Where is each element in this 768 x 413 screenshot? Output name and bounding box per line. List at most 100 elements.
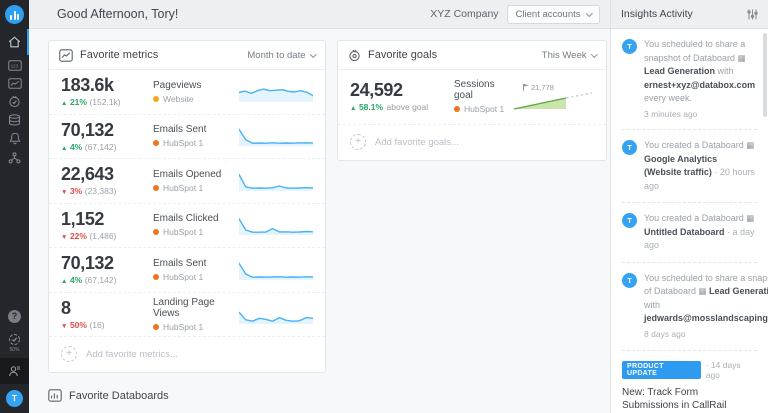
activity-item[interactable]: TYou created a Databoard ▦ Google Analyt… [622, 130, 757, 203]
activity-segment: You scheduled to share a snapshot of Dat… [644, 39, 745, 63]
add-favorite-metrics-button[interactable]: + Add favorite metrics... [49, 337, 325, 372]
activity-item[interactable]: TYou scheduled to share a snapshot of Da… [622, 263, 757, 351]
sidebar: 123 ? 50% T [0, 0, 29, 413]
help-question-label: ? [8, 310, 21, 323]
metric-rows: 183.6k▲21%(152.1k)PageviewsWebsite70,132… [49, 70, 325, 337]
goal-delta: ▲ 58.1% above goal [350, 102, 454, 112]
metric-name-col: Landing Page ViewsHubSpot 1 [153, 297, 239, 332]
favorite-databoards-section[interactable]: Favorite Databoards [48, 389, 169, 402]
metric-name: Emails Clicked [153, 213, 239, 224]
databoard-icon: ▦ [699, 286, 709, 296]
goals-icon[interactable] [0, 91, 29, 111]
activity-link[interactable]: jedwards@mosslandscaping.com [644, 313, 768, 323]
user-avatar[interactable]: T [0, 388, 29, 408]
activity-text: You created a Databoard ▦ Google Analyti… [644, 139, 757, 193]
metric-source-label: HubSpot 1 [163, 227, 203, 237]
metric-previous-value: (23,383) [85, 186, 117, 196]
metric-delta-percent: 50% [70, 320, 87, 330]
metric-source: HubSpot 1 [153, 183, 239, 193]
metric-row[interactable]: 183.6k▲21%(152.1k)PageviewsWebsite [49, 70, 325, 115]
metric-delta: ▼22%(1,486) [61, 231, 153, 241]
metric-sparkline [239, 125, 313, 147]
goals-range-dropdown[interactable]: This Week [542, 50, 596, 61]
metric-row[interactable]: 8▼50%(16)Landing Page ViewsHubSpot 1 [49, 293, 325, 338]
metric-source: HubSpot 1 [153, 227, 239, 237]
source-dot-icon [153, 324, 159, 330]
insights-header: Insights Activity [611, 0, 768, 29]
chevron-down-icon [586, 10, 592, 16]
product-update-item: PRODUCT UPDATE· 14 days agoNew: Track Fo… [622, 351, 757, 413]
metric-source-label: HubSpot 1 [163, 138, 203, 148]
metric-value: 70,132 [61, 121, 153, 140]
filter-icon[interactable] [747, 9, 758, 20]
activity-avatar: T [622, 213, 637, 228]
metric-row[interactable]: 22,643▼3%(23,383)Emails OpenedHubSpot 1 [49, 159, 325, 204]
metrics-range-dropdown[interactable]: Month to date [247, 50, 315, 61]
favorite-metrics-card: Favorite metrics Month to date 183.6k▲21… [48, 40, 326, 373]
scorecards-icon[interactable]: 123 [0, 55, 29, 75]
greeting-text: Good Afternoon, Tory! [57, 7, 178, 21]
activity-item[interactable]: TYou scheduled to share a snapshot of Da… [622, 29, 757, 130]
activity-link[interactable]: Lead Generation [644, 66, 715, 76]
databox-logo-icon[interactable] [5, 5, 24, 24]
app-window: 123 ? 50% T [0, 0, 768, 413]
activity-link[interactable]: Google Analytics (Website traffic) [644, 154, 717, 178]
metric-name-col: Emails SentHubSpot 1 [153, 124, 239, 148]
integrations-icon[interactable] [0, 148, 29, 168]
user-avatar-initial: T [6, 390, 23, 407]
delta-up-arrow-icon: ▲ [61, 145, 67, 152]
activity-segment: You created a Databoard [644, 213, 746, 223]
favorite-metrics-title: Favorite metrics [80, 49, 158, 61]
metric-source: HubSpot 1 [153, 322, 239, 332]
home-icon[interactable] [0, 32, 29, 52]
activity-item[interactable]: TYou created a Databoard ▦ Untitled Data… [622, 203, 757, 263]
metric-previous-value: (1,486) [89, 231, 116, 241]
metric-name: Emails Opened [153, 169, 239, 180]
add-favorite-goals-button[interactable]: + Add favorite goals... [338, 125, 606, 160]
metric-source: HubSpot 1 [153, 138, 239, 148]
activity-timestamp: 8 days ago [644, 328, 768, 341]
client-accounts-dropdown[interactable]: Client accounts [507, 5, 600, 24]
metric-previous-value: (152.1k) [89, 97, 120, 107]
metric-sparkline [239, 214, 313, 236]
favorite-goals-icon [348, 49, 361, 62]
activity-timestamp: 3 minutes ago [644, 108, 757, 121]
metric-source-label: HubSpot 1 [163, 322, 203, 332]
metric-value: 22,643 [61, 165, 153, 184]
metric-value-col: 70,132▲4%(67,142) [61, 121, 153, 152]
setup-progress-icon[interactable]: 50% [0, 331, 29, 355]
metric-row[interactable]: 1,152▼22%(1,486)Emails ClickedHubSpot 1 [49, 204, 325, 249]
account-switcher-icon[interactable] [0, 358, 29, 384]
alerts-icon[interactable] [0, 128, 29, 148]
databoards-icon[interactable] [0, 110, 29, 130]
metric-name: Pageviews [153, 80, 239, 91]
metric-value: 8 [61, 299, 153, 318]
source-dot-icon [153, 96, 159, 102]
metrics-range-label: Month to date [247, 50, 305, 61]
activity-link[interactable]: ernest+xyz@databox.com [644, 80, 755, 90]
metric-source: Website [153, 94, 239, 104]
setup-progress-label: 50% [9, 347, 19, 353]
metrics-icon[interactable] [0, 73, 29, 93]
activity-segment: with [644, 300, 660, 310]
metric-sparkline [239, 170, 313, 192]
activity-link[interactable]: Lead Generation [709, 286, 768, 296]
goal-target-label: 21,778 [531, 83, 554, 92]
add-favorite-goals-label: Add favorite goals... [375, 137, 459, 148]
metric-previous-value: (16) [89, 320, 104, 330]
goal-delta-suffix: above goal [387, 102, 429, 112]
activity-link[interactable]: Untitled Databoard [644, 227, 725, 237]
goals-range-label: This Week [542, 50, 587, 61]
goal-value: 24,592 [350, 81, 454, 100]
help-icon[interactable]: ? [0, 306, 29, 326]
insights-scrollbar-thumb[interactable] [763, 33, 767, 117]
goal-source-label: HubSpot 1 [464, 104, 504, 114]
chevron-down-icon [310, 51, 316, 57]
metric-previous-value: (67,142) [85, 275, 117, 285]
metric-name-col: Emails SentHubSpot 1 [153, 258, 239, 282]
delta-up-arrow-icon: ▲ [61, 278, 67, 285]
metric-row[interactable]: 70,132▲4%(67,142)Emails SentHubSpot 1 [49, 115, 325, 160]
plus-icon: + [350, 134, 366, 150]
metric-row[interactable]: 70,132▲4%(67,142)Emails SentHubSpot 1 [49, 248, 325, 293]
product-update-badge: PRODUCT UPDATE [622, 361, 701, 379]
